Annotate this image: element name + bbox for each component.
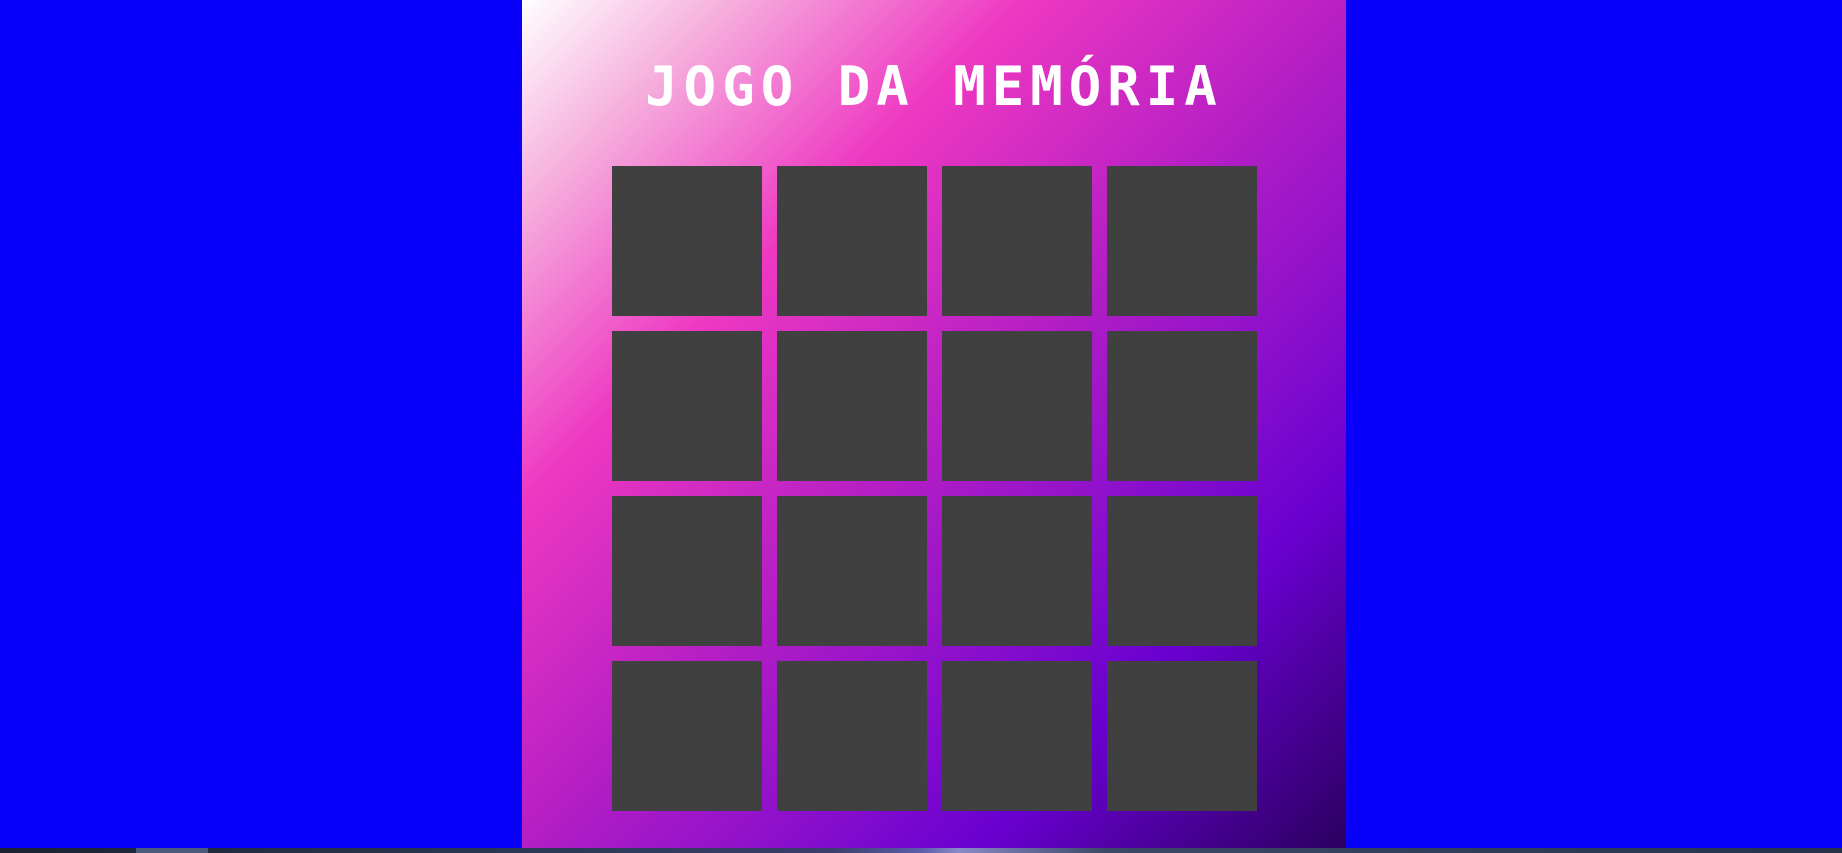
game-panel: JOGO DA MEMÓRIA [522, 0, 1346, 848]
memory-board [612, 166, 1258, 812]
page-title: JOGO DA MEMÓRIA [645, 55, 1223, 118]
memory-card-3[interactable] [942, 166, 1092, 316]
memory-card-2[interactable] [777, 166, 927, 316]
page-background: JOGO DA MEMÓRIA [0, 0, 1842, 848]
memory-card-5[interactable] [612, 331, 762, 481]
memory-card-4[interactable] [1107, 166, 1257, 316]
memory-card-14[interactable] [777, 661, 927, 811]
memory-card-16[interactable] [1107, 661, 1257, 811]
memory-card-11[interactable] [942, 496, 1092, 646]
taskbar-strip [0, 848, 1842, 853]
memory-card-15[interactable] [942, 661, 1092, 811]
memory-card-6[interactable] [777, 331, 927, 481]
memory-card-13[interactable] [612, 661, 762, 811]
memory-card-1[interactable] [612, 166, 762, 316]
memory-card-8[interactable] [1107, 331, 1257, 481]
taskbar-active-item[interactable] [136, 848, 208, 853]
memory-card-12[interactable] [1107, 496, 1257, 646]
memory-card-9[interactable] [612, 496, 762, 646]
memory-card-10[interactable] [777, 496, 927, 646]
memory-card-7[interactable] [942, 331, 1092, 481]
